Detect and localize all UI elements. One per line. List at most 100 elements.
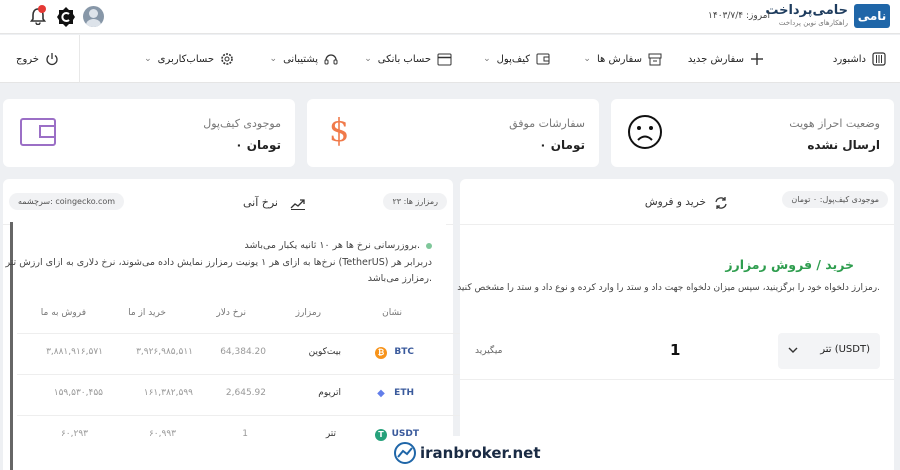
nav-logout[interactable]: خروج bbox=[16, 35, 59, 83]
col-header-sell: فروش به ما bbox=[40, 308, 86, 318]
logo-text: نامی bbox=[857, 9, 887, 23]
nav-bank-account[interactable]: ⌄ حساب بانکی bbox=[364, 35, 452, 83]
gear-icon bbox=[221, 53, 233, 65]
col-header-symbol: نشان bbox=[382, 308, 402, 318]
tether-icon: T bbox=[375, 429, 387, 441]
headset-icon bbox=[324, 54, 338, 65]
trade-header: موجودی کیف‌پول: ۰ تومان خرید و فروش bbox=[460, 179, 894, 225]
trend-logo-icon bbox=[394, 442, 416, 464]
nav-user-account-label: حساب‌کاربری bbox=[157, 53, 214, 65]
wallet-balance-pill: موجودی کیف‌پول: ۰ تومان bbox=[782, 191, 888, 208]
wallet-card-icon bbox=[20, 118, 56, 146]
crypto-count-pill: رمزارز ها: ۲۳ bbox=[383, 193, 447, 210]
row-usd: 2,645.92 bbox=[225, 388, 266, 398]
notice-line-2: نرخ‌ها به ازای هر ۱ یونیت رمزارز نمایش د… bbox=[5, 257, 432, 268]
row-symbol: ETH bbox=[394, 388, 414, 398]
trend-chart-icon bbox=[290, 199, 305, 210]
row-usd: 64,384.20 bbox=[220, 347, 266, 357]
verification-badge-icon[interactable] bbox=[56, 6, 76, 28]
chevron-down-icon: ⌄ bbox=[483, 54, 491, 64]
nav-wallet[interactable]: ⌄ کیف‌پول bbox=[483, 35, 550, 83]
wallet-icon bbox=[536, 53, 550, 65]
receive-label: میگیرید bbox=[475, 346, 503, 356]
top-bar: نامی حامی‌پرداخت راهکارهای نوین پرداخت ا… bbox=[0, 0, 900, 34]
trade-divider bbox=[460, 379, 894, 380]
col-header-usd: نرخ دلار bbox=[216, 308, 246, 318]
box-icon bbox=[648, 53, 662, 66]
nav-dashboard[interactable]: داشبورد bbox=[833, 35, 886, 83]
nav-divider bbox=[79, 35, 80, 83]
nav-logout-label: خروج bbox=[16, 53, 39, 65]
bitcoin-icon: ₿ bbox=[375, 347, 387, 359]
power-icon bbox=[46, 53, 58, 66]
nav-support-label: پشتیبانی bbox=[283, 53, 318, 65]
table-row: ₿ BTC بیت‌کوین 64,384.20 ۳,۹۲۶,۹۸۵,۵۱۱ ۳… bbox=[17, 333, 461, 373]
today-date: امروز: ۱۴۰۳/۷/۴ bbox=[708, 11, 770, 21]
wallet-balance-value: ۰ تومان bbox=[235, 138, 281, 152]
identity-status-title: وضعیت احراز هویت bbox=[789, 117, 880, 130]
currency-select[interactable]: تتر (USDT) bbox=[778, 333, 880, 369]
brand-logo[interactable]: نامی bbox=[854, 4, 890, 28]
chevron-down-icon: ⌄ bbox=[583, 54, 591, 64]
nav-orders-label: سفارش ها bbox=[596, 53, 642, 65]
nav-new-order-label: سفارش جدید bbox=[687, 53, 744, 65]
watermark-text: iranbroker.net bbox=[420, 444, 541, 462]
currency-select-value: تتر (USDT) bbox=[820, 344, 870, 355]
col-header-name: رمزارز bbox=[295, 308, 321, 318]
live-indicator bbox=[426, 243, 432, 249]
rates-table-area: بروزرسانی نرخ ها هر ۱۰ ثانیه یکبار می‌با… bbox=[5, 222, 461, 470]
brand-tagline: راهکارهای نوین پرداخت bbox=[778, 19, 848, 27]
row-sell: ۱۵۹,۵۳۰,۴۵۵ bbox=[53, 388, 103, 398]
sad-face-icon bbox=[628, 115, 662, 149]
notice-line-1: بروزرسانی نرخ ها هر ۱۰ ثانیه یکبار می‌با… bbox=[244, 240, 420, 251]
sliders-icon bbox=[872, 52, 886, 66]
chevron-down-icon bbox=[788, 347, 798, 353]
table-row: ◆ ETH اتریوم 2,645.92 ۱۶۱,۳۸۲,۵۹۹ ۱۵۹,۵۳… bbox=[17, 374, 461, 414]
row-name: تتر bbox=[325, 429, 336, 439]
row-symbol: BTC bbox=[394, 347, 414, 357]
trade-header-title: خرید و فروش bbox=[644, 196, 706, 208]
ethereum-icon: ◆ bbox=[375, 388, 387, 400]
plus-icon bbox=[751, 53, 763, 65]
avatar[interactable] bbox=[83, 6, 104, 27]
nav-wallet-label: کیف‌پول bbox=[496, 53, 530, 65]
source-pill[interactable]: سرچشمه: coingecko.com bbox=[9, 193, 125, 210]
row-sell: ۳,۸۸۱,۹۱۶,۵۷۱ bbox=[46, 347, 103, 357]
watermark: iranbroker.net bbox=[390, 436, 541, 470]
chevron-down-icon: ⌄ bbox=[364, 54, 372, 64]
trade-panel: موجودی کیف‌پول: ۰ تومان خرید و فروش خرید… bbox=[457, 179, 894, 470]
col-header-buy: خرید از ما bbox=[128, 308, 166, 318]
identity-status-value: ارسال نشده bbox=[807, 138, 880, 152]
wallet-balance-title: موجودی کیف‌پول bbox=[203, 117, 281, 130]
notice-line-3: رمزارز می‌باشد. bbox=[367, 273, 432, 284]
trade-title: خرید / فروش رمزارز bbox=[725, 257, 854, 272]
row-sell: ۶۰,۲۹۳ bbox=[60, 429, 88, 439]
credit-card-icon bbox=[437, 53, 452, 65]
trade-description: رمزارز دلخواه خود را برگزینید، سپس میزان… bbox=[457, 283, 880, 293]
row-usd: 1 bbox=[242, 429, 248, 439]
nav-dashboard-label: داشبورد bbox=[832, 53, 866, 65]
row-buy: ۳,۹۲۶,۹۸۵,۵۱۱ bbox=[136, 347, 193, 357]
successful-orders-title: سفارشات موفق bbox=[509, 117, 585, 130]
nav-support[interactable]: ⌄ پشتیبانی bbox=[270, 35, 338, 83]
chevron-down-icon: ⌄ bbox=[269, 54, 278, 64]
nav-new-order[interactable]: سفارش جدید bbox=[688, 35, 764, 83]
row-buy: ۶۰,۹۹۳ bbox=[148, 429, 176, 439]
row-name: بیت‌کوین bbox=[308, 347, 341, 357]
dollar-icon: $ bbox=[329, 111, 350, 149]
brand-name: حامی‌پرداخت bbox=[765, 3, 848, 18]
row-name: اتریوم bbox=[318, 388, 341, 398]
identity-status-card: وضعیت احراز هویت ارسال نشده bbox=[611, 99, 894, 167]
successful-orders-value: ۰ تومان bbox=[539, 138, 585, 152]
notification-dot bbox=[38, 5, 46, 13]
nav-bank-account-label: حساب بانکی bbox=[377, 53, 431, 65]
main-nav: داشبورد سفارش جدید ⌄ سفارش ها ⌄ کیف‌پول … bbox=[0, 35, 900, 83]
chevron-down-icon: ⌄ bbox=[144, 54, 152, 64]
row-buy: ۱۶۱,۳۸۲,۵۹۹ bbox=[143, 388, 193, 398]
wallet-balance-card: موجودی کیف‌پول ۰ تومان bbox=[3, 99, 295, 167]
amount-input[interactable]: 1 bbox=[670, 341, 680, 359]
refresh-icon[interactable] bbox=[714, 196, 728, 210]
nav-user-account[interactable]: ⌄ حساب‌کاربری bbox=[144, 35, 234, 83]
nav-orders[interactable]: ⌄ سفارش ها bbox=[583, 35, 662, 83]
rates-title: نرخ آنی bbox=[242, 196, 278, 209]
